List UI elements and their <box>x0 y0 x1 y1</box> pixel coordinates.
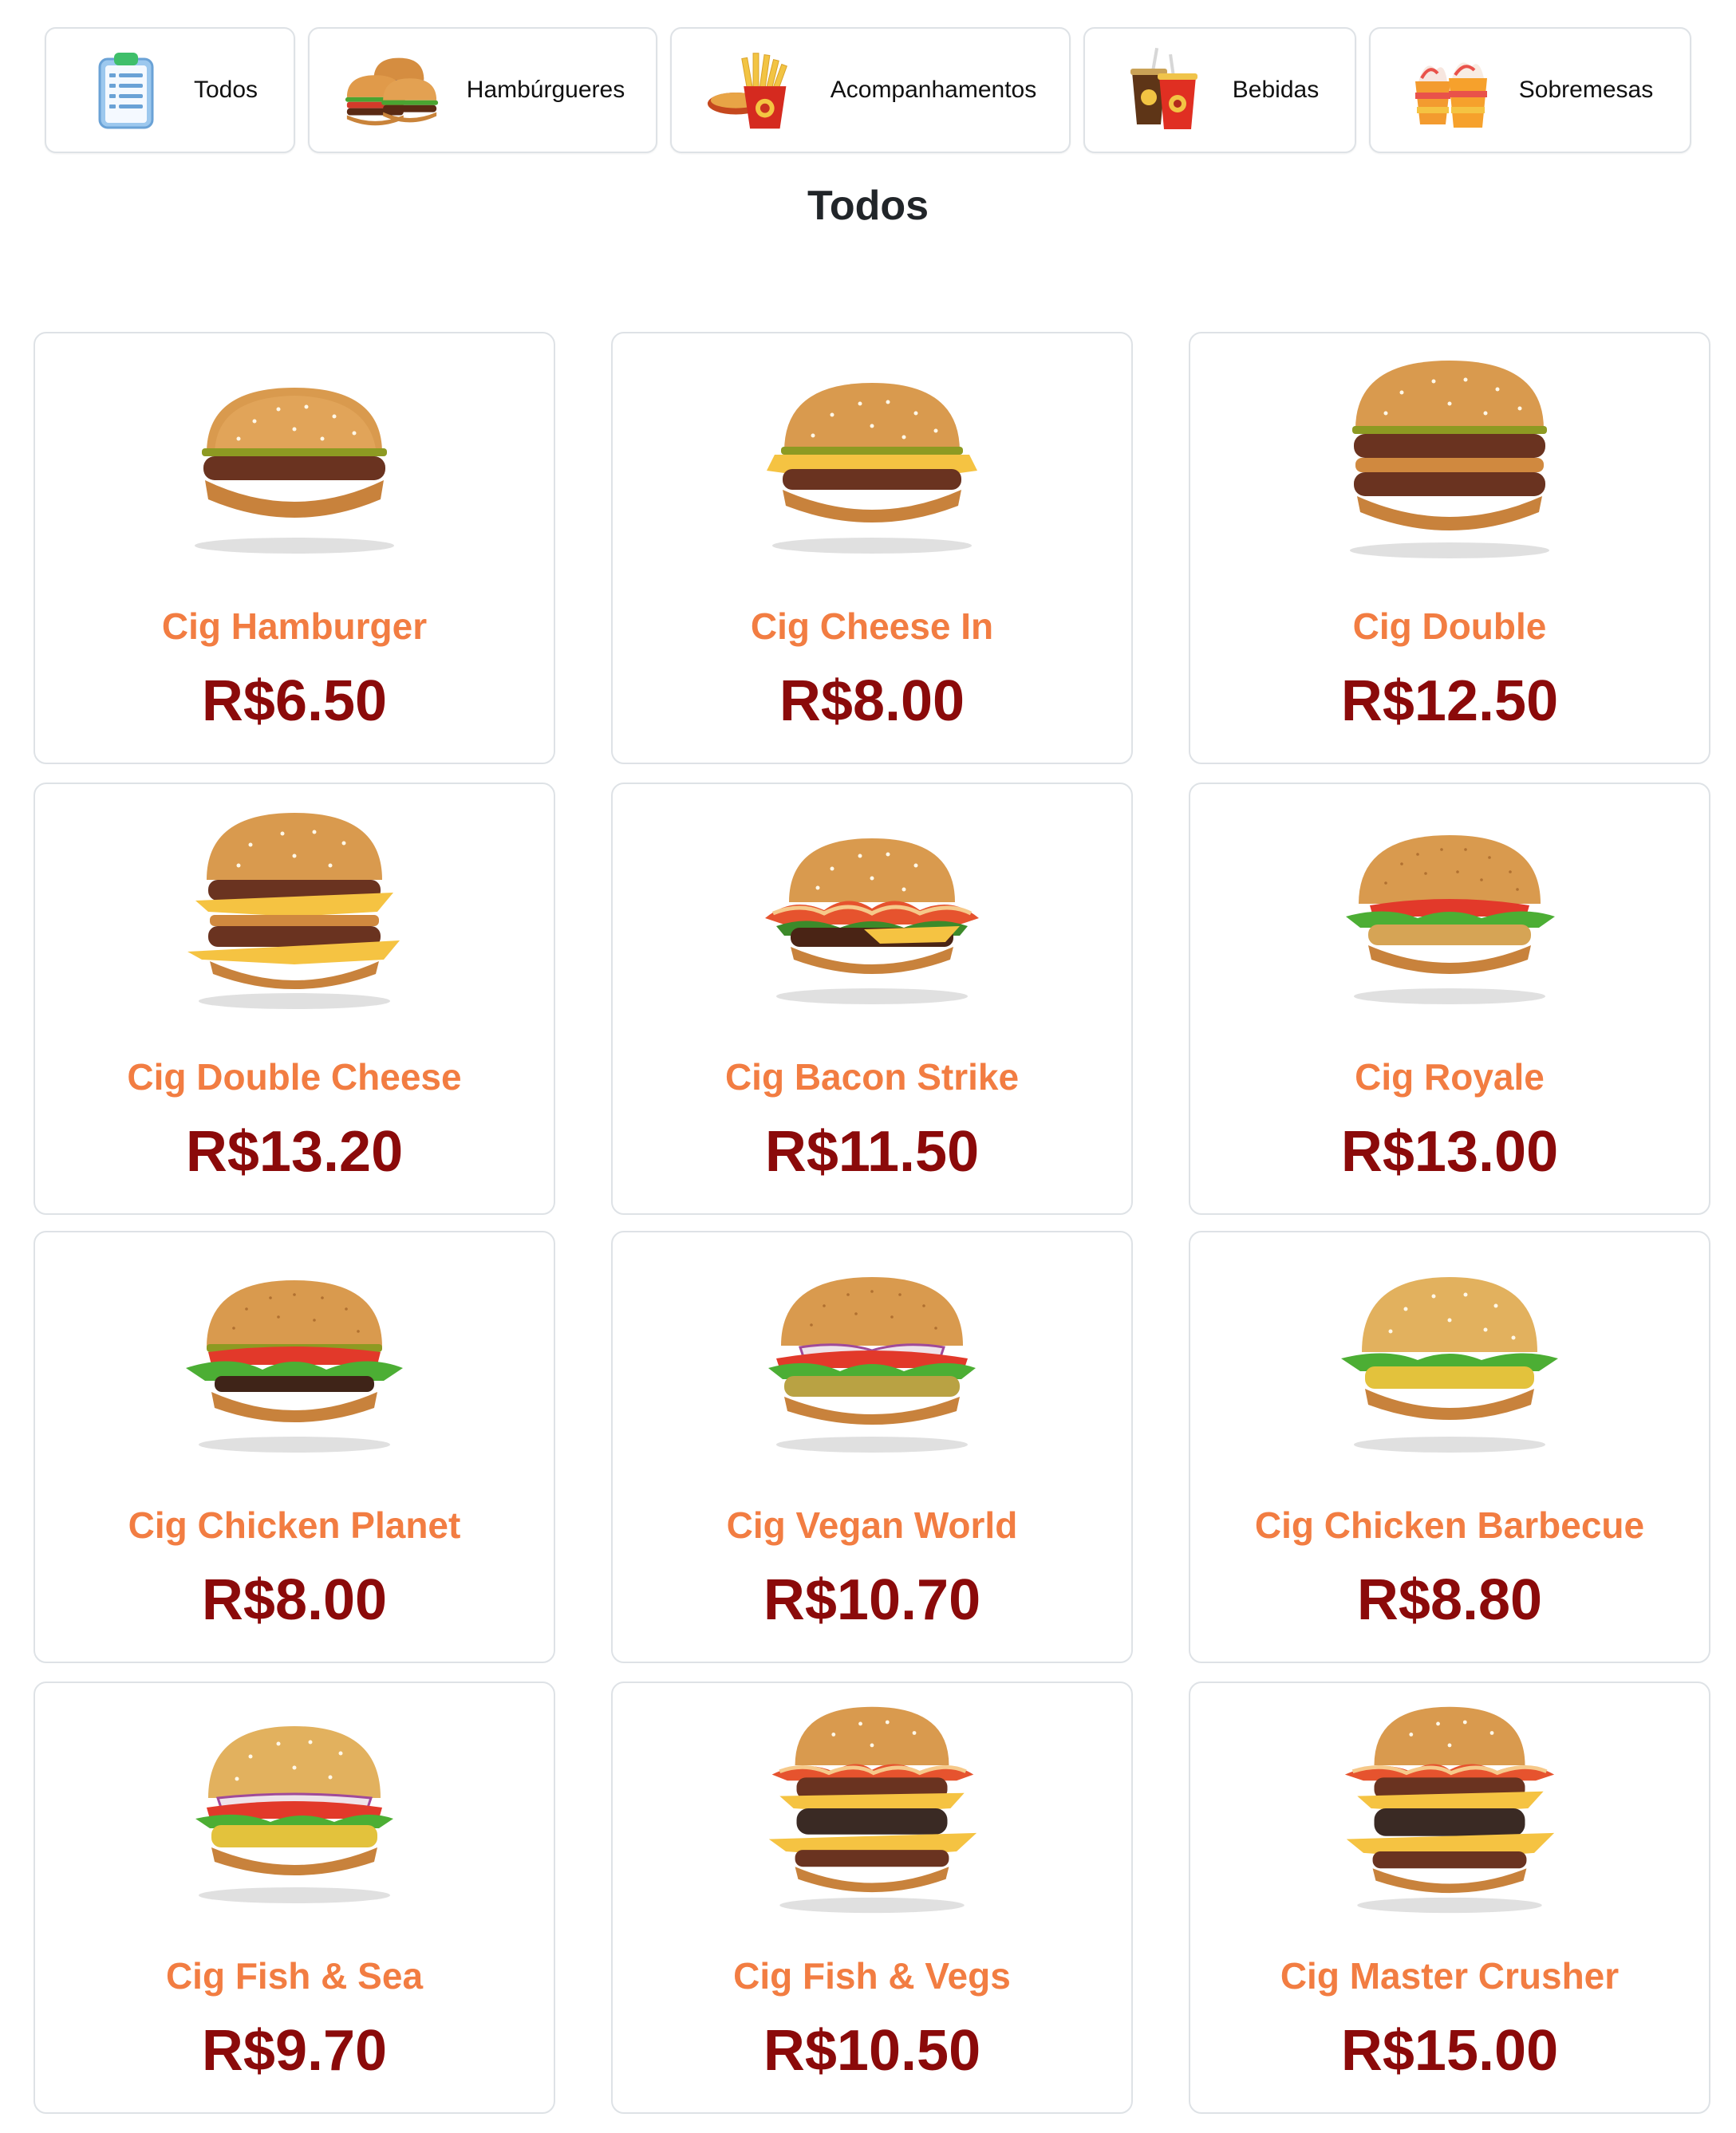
product-name: Cig Hamburger <box>161 605 428 647</box>
product-name: Cig Royale <box>1355 1056 1545 1098</box>
product-price: R$10.50 <box>763 2019 981 2083</box>
vegan-burger-icon <box>768 1277 976 1453</box>
bacon-burger-icon <box>765 838 979 1004</box>
section-title: Todos <box>807 183 929 229</box>
product-name: Cig Vegan World <box>726 1504 1018 1546</box>
product-price: R$13.00 <box>1340 1120 1559 1184</box>
product-price: R$9.70 <box>201 2019 388 2083</box>
product-name: Cig Double Cheese <box>127 1056 462 1098</box>
product-card[interactable]: Cig Fish & Sea R$9.70 <box>34 1682 555 2114</box>
product-price: R$6.50 <box>201 669 388 733</box>
cheeseburger-icon <box>767 383 977 554</box>
product-card[interactable]: Cig Cheese In R$8.00 <box>611 332 1133 764</box>
product-card[interactable]: Cig Hamburger R$6.50 <box>34 332 555 764</box>
product-card[interactable]: Cig Chicken Barbecue R$8.80 <box>1189 1231 1710 1663</box>
product-name: Cig Cheese In <box>750 605 994 647</box>
product-name: Cig Fish & Vegs <box>733 1955 1011 1997</box>
product-name: Cig Fish & Sea <box>165 1955 424 1997</box>
hamburger-icon <box>195 388 394 554</box>
product-card[interactable]: Cig Vegan World R$10.70 <box>611 1231 1133 1663</box>
product-name: Cig Double <box>1352 605 1547 647</box>
product-card[interactable]: Cig Double Cheese R$13.20 <box>34 783 555 1215</box>
product-card[interactable]: Cig Double R$12.50 <box>1189 332 1710 764</box>
product-price: R$15.00 <box>1340 2019 1559 2083</box>
product-price: R$10.70 <box>763 1568 981 1632</box>
double-burger-icon <box>1350 361 1549 558</box>
product-card[interactable]: Cig Chicken Planet R$8.00 <box>34 1231 555 1663</box>
product-card[interactable]: Cig Master Crusher R$15.00 <box>1189 1682 1710 2114</box>
category-label: Sobremesas <box>1518 77 1654 103</box>
category-hamburgueres-button[interactable]: Hambúrgueres <box>308 27 657 153</box>
product-card[interactable]: Cig Bacon Strike R$11.50 <box>611 783 1133 1215</box>
master-burger-icon <box>1344 1706 1555 1914</box>
product-price: R$13.20 <box>185 1120 404 1184</box>
product-card[interactable]: Cig Royale R$13.00 <box>1189 783 1710 1215</box>
product-name: Cig Chicken Planet <box>128 1504 461 1546</box>
category-sobremesas-button[interactable]: Sobremesas <box>1369 27 1691 153</box>
category-todos-button[interactable]: Todos <box>45 27 295 153</box>
category-acompanhamentos-button[interactable]: Acompanhamentos <box>670 27 1071 153</box>
product-name: Cig Master Crusher <box>1280 1955 1620 1997</box>
chicken-burger-icon <box>186 1280 403 1453</box>
product-name: Cig Bacon Strike <box>724 1056 1020 1098</box>
burgers-icon <box>345 57 438 126</box>
product-price: R$12.50 <box>1340 669 1559 733</box>
clipboard-list-icon <box>98 53 154 129</box>
product-card[interactable]: Cig Fish & Vegs R$10.50 <box>611 1682 1133 2114</box>
sundae-icon <box>1414 62 1487 128</box>
chicken-bbq-burger-icon <box>1341 1277 1558 1453</box>
product-price: R$11.50 <box>764 1120 980 1184</box>
category-bebidas-button[interactable]: Bebidas <box>1083 27 1356 153</box>
product-price: R$8.00 <box>779 669 965 733</box>
product-price: R$8.00 <box>201 1568 388 1632</box>
double-cheeseburger-icon <box>187 813 400 1009</box>
category-label: Hambúrgueres <box>466 77 625 103</box>
drinks-icon <box>1130 47 1197 129</box>
royale-burger-icon <box>1346 835 1555 1004</box>
category-label: Acompanhamentos <box>830 77 1037 103</box>
category-label: Todos <box>193 77 258 103</box>
fries-icon <box>707 53 787 129</box>
fish-burger-icon <box>195 1726 393 1903</box>
category-label: Bebidas <box>1232 77 1320 103</box>
fish-vegs-burger-icon <box>768 1706 977 1914</box>
product-name: Cig Chicken Barbecue <box>1254 1504 1645 1546</box>
product-price: R$8.80 <box>1356 1568 1543 1632</box>
